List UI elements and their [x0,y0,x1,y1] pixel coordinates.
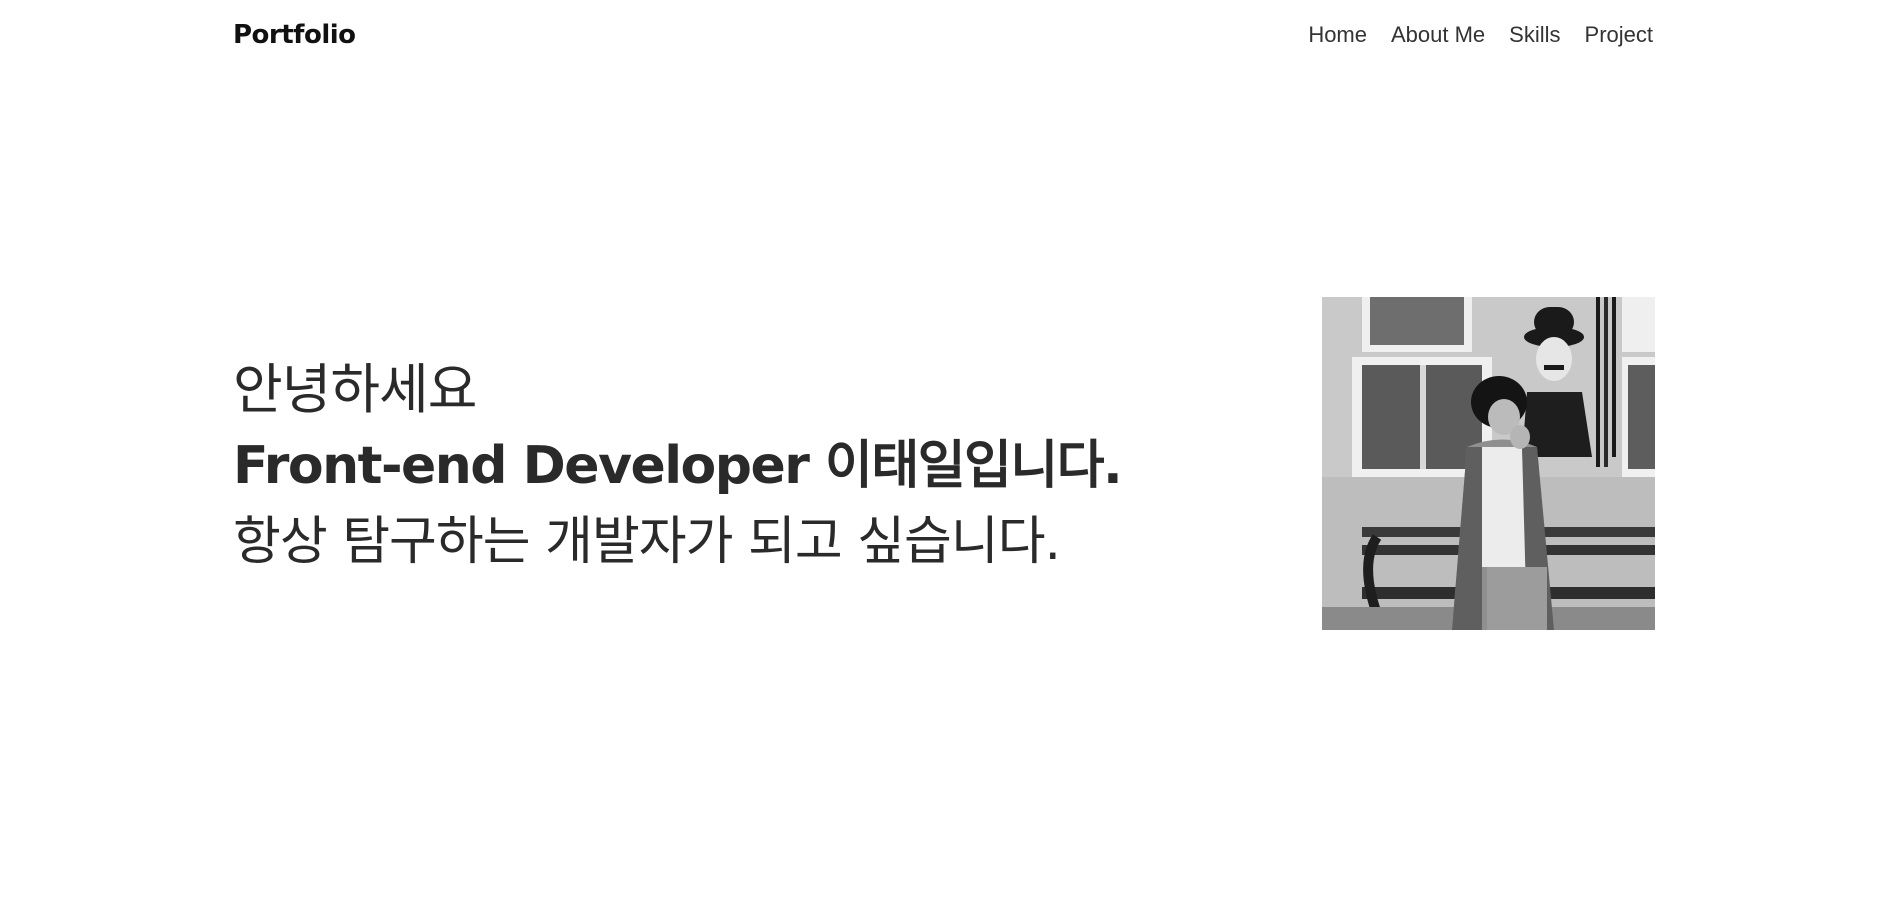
hero-greeting: 안녕하세요 [233,358,477,421]
main-nav: Home About Me Skills Project [1308,20,1653,50]
profile-photo-illustration [1322,297,1655,630]
hero-intro: 안녕하세요 Front-end Developer 이태일입니다. 항상 탐구하… [233,352,1233,580]
site-logo[interactable]: Portfolio [233,18,356,52]
hero-tagline: 항상 탐구하는 개발자가 되고 싶습니다. [233,512,1061,572]
nav-home[interactable]: Home [1308,20,1367,50]
nav-project[interactable]: Project [1585,20,1653,50]
nav-about-me[interactable]: About Me [1391,20,1485,50]
profile-photo [1322,297,1655,630]
site-header: Portfolio Home About Me Skills Project [0,0,1881,70]
hero-headline: Front-end Developer 이태일입니다. [233,436,1123,496]
nav-skills[interactable]: Skills [1509,20,1560,50]
